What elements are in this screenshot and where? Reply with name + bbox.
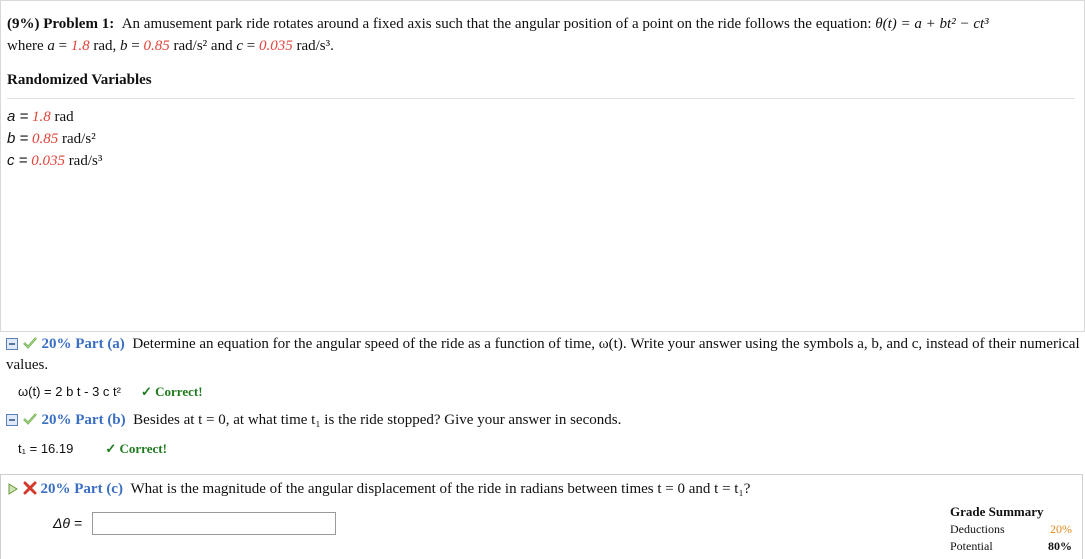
expand-arrow-icon[interactable] — [7, 482, 19, 501]
b-unit: rad/s² — [173, 38, 208, 54]
part-b: 20% Part (b) Besides at t = 0, at what t… — [0, 411, 1085, 458]
grade-summary: Grade Summary Deductions 20% Potential 8… — [950, 504, 1072, 554]
part-a: 20% Part (a) Determine an equation for t… — [0, 335, 1085, 401]
c-value: 0.035 — [258, 38, 293, 54]
part-b-text: Besides at t = 0, at what time t₁ is the… — [133, 412, 622, 428]
checkmark-icon — [22, 336, 38, 356]
rv-row-a: a = 1.8 rad — [7, 108, 74, 125]
where-word: where — [7, 38, 44, 54]
b-value: 0.85 — [143, 38, 170, 54]
deductions-value: 20% — [1050, 522, 1072, 536]
problem-statement: (9%) Problem 1: An amusement park ride r… — [7, 16, 989, 54]
problem-weight: (9%) — [7, 16, 40, 32]
potential-label: Potential — [950, 539, 993, 553]
a-unit: rad — [93, 38, 113, 54]
problem-panel: (9%) Problem 1: An amusement park ride r… — [0, 0, 1085, 332]
part-a-text: Determine an equation for the angular sp… — [6, 336, 1080, 373]
and-word: and — [210, 38, 233, 54]
collapse-icon[interactable] — [6, 337, 18, 356]
divider — [7, 98, 1075, 99]
part-b-answer: t₁ = 16.19 — [18, 441, 74, 456]
x-mark-icon — [23, 481, 37, 501]
part-b-label[interactable]: 20% Part (b) — [42, 412, 126, 428]
randomized-variables-title: Randomized Variables — [7, 72, 152, 88]
potential-value: 80% — [1048, 539, 1072, 553]
part-a-answer: ω(t) = 2 b t - 3 c t² — [18, 384, 121, 399]
problem-text: An amusement park ride rotates around a … — [121, 16, 872, 32]
rv-row-c: c = 0.035 rad/s³ — [7, 152, 103, 169]
a-value: 1.8 — [70, 38, 90, 54]
deductions-label: Deductions — [950, 522, 1005, 536]
collapse-icon[interactable] — [6, 413, 18, 432]
correct-badge: ✓ Correct! — [105, 441, 167, 456]
problem-equation: θ(t) = a + bt² − ct³ — [875, 16, 989, 32]
correct-badge: ✓ Correct! — [140, 384, 203, 399]
grade-summary-title: Grade Summary — [950, 504, 1044, 519]
part-a-label[interactable]: 20% Part (a) — [42, 336, 125, 352]
part-c-label[interactable]: 20% Part (c) — [41, 481, 123, 497]
c-unit: rad/s³. — [296, 38, 334, 54]
part-c-text: What is the magnitude of the angular dis… — [130, 481, 751, 497]
answer-input[interactable] — [92, 512, 336, 535]
answer-label: Δθ = — [53, 515, 83, 531]
problem-label: Problem 1: — [43, 16, 115, 32]
checkmark-icon — [22, 412, 38, 432]
rv-row-b: b = 0.85 rad/s² — [7, 130, 96, 147]
part-c: 20% Part (c) What is the magnitude of th… — [0, 474, 1083, 559]
